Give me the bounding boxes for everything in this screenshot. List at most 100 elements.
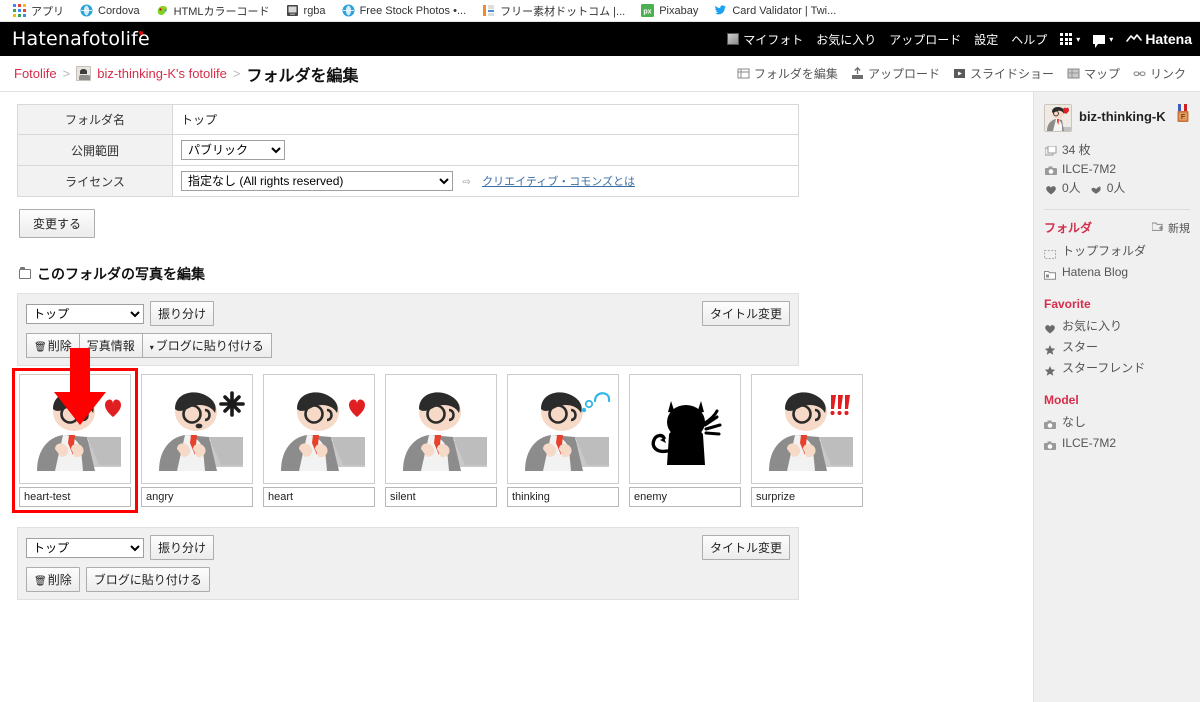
photo-cell-silent[interactable]: silent xyxy=(385,374,497,507)
blog-paste-button-bottom[interactable]: ブログに貼り付ける xyxy=(85,567,210,592)
new-folder-link[interactable]: 新規 xyxy=(1151,220,1190,236)
arrow-right-icon: ⇨ xyxy=(462,177,471,188)
folder-icon xyxy=(19,267,31,279)
photo-caption-input[interactable]: silent xyxy=(385,487,497,507)
bookmark-label: Cordova xyxy=(98,4,140,17)
sidebar-item-star[interactable]: スター xyxy=(1044,337,1190,358)
photo-caption-input[interactable]: surprize xyxy=(751,487,863,507)
camera-line: ILCE-7M2 xyxy=(1045,160,1190,179)
nav-label: アップロード xyxy=(889,32,962,47)
heart-icon xyxy=(1045,183,1057,195)
camera-icon xyxy=(1044,438,1056,450)
bookmark-label: フリー素材ドットコム |... xyxy=(500,5,626,18)
photo-count-line: 34 枚 xyxy=(1044,141,1190,160)
chevron-down-icon: ▾ xyxy=(149,343,154,352)
creative-commons-link[interactable]: クリエイティブ・コモンズとは xyxy=(482,176,635,188)
photo-cell-surprize[interactable]: surprize xyxy=(751,374,863,507)
bookmark-rgba[interactable]: rgba xyxy=(279,3,333,18)
photo-thumbnail[interactable] xyxy=(263,374,375,484)
photo-caption-input[interactable]: thinking xyxy=(507,487,619,507)
bookmark-free-sozai[interactable]: フリー素材ドットコム |... xyxy=(475,2,632,20)
breadcrumb-root-link[interactable]: Fotolife xyxy=(14,66,57,81)
sidebar-item-favorite[interactable]: お気に入り xyxy=(1044,316,1190,337)
nav-settings[interactable]: 設定 xyxy=(974,31,998,48)
photo-thumbnail[interactable] xyxy=(385,374,497,484)
folder-settings-table: フォルダ名 トップ 公開範囲 パブリック ライセンス 指定なし (All rig… xyxy=(17,104,799,197)
title-change-button-top[interactable]: タイトル変更 xyxy=(701,301,790,326)
photo-cell-thinking[interactable]: thinking xyxy=(507,374,619,507)
avatar xyxy=(1044,104,1072,132)
action-map[interactable]: マップ xyxy=(1067,65,1120,82)
profile-block: biz-thinking-K F xyxy=(1044,104,1190,132)
nav-upload[interactable]: アップロード xyxy=(889,31,961,48)
action-upload[interactable]: アップロード xyxy=(851,65,940,82)
license-select[interactable]: 指定なし (All rights reserved) xyxy=(181,171,453,191)
hatena-mark-icon xyxy=(1126,31,1143,47)
photo-info-button-top[interactable]: 写真情報 xyxy=(78,333,143,358)
folder-name-value: トップ xyxy=(181,113,218,127)
twitter-icon xyxy=(714,4,727,17)
bookmark-label: rgba xyxy=(303,4,326,17)
move-folder-select-bottom[interactable]: トップ xyxy=(26,537,144,558)
sidebar-item-top-folder[interactable]: トップフォルダ xyxy=(1044,241,1190,262)
photo-caption-input[interactable]: angry xyxy=(141,487,253,507)
bookmark-apps[interactable]: アプリ xyxy=(6,2,71,20)
move-folder-select-top[interactable]: トップ xyxy=(26,303,144,324)
delete-photos-button-bottom[interactable]: 🗑削除 xyxy=(26,567,80,592)
photo-caption-input[interactable]: heart-test xyxy=(19,487,131,507)
action-slideshow[interactable]: スライドショー xyxy=(953,65,1054,82)
apps-grid-icon xyxy=(13,4,26,17)
svg-text:F: F xyxy=(1181,114,1186,121)
delete-label: 削除 xyxy=(47,339,72,353)
breadcrumb-user-link[interactable]: biz-thinking-K's fotolife xyxy=(97,66,227,81)
photo-cell-angry[interactable]: angry xyxy=(141,374,253,507)
photo-thumbnail[interactable] xyxy=(507,374,619,484)
nav-favorites[interactable]: お気に入り xyxy=(816,31,876,48)
nav-hatena-brand[interactable]: Hatena xyxy=(1126,31,1192,47)
sidebar-item-star-friend[interactable]: スターフレンド xyxy=(1044,358,1190,379)
site-logo[interactable]: Hatenafotolife xyxy=(12,28,150,50)
blog-paste-button-top[interactable]: ▾ ブログに貼り付ける xyxy=(141,333,272,358)
nav-apps-menu[interactable]: ▾ xyxy=(1060,33,1080,45)
bookmark-pixabay[interactable]: px Pixabay xyxy=(634,3,705,18)
save-settings-button[interactable]: 変更する xyxy=(19,209,96,238)
bookmark-html-color-code[interactable]: HTMLカラーコード xyxy=(149,2,277,20)
star-count-value: 0人 xyxy=(1106,181,1126,195)
move-photos-button-bottom[interactable]: 振り分け xyxy=(150,535,215,560)
folder-edit-icon xyxy=(737,67,750,80)
photos-section-title: このフォルダの写真を編集 xyxy=(37,266,205,282)
photo-thumbnail[interactable] xyxy=(751,374,863,484)
photo-caption-input[interactable]: enemy xyxy=(629,487,741,507)
bookmark-card-validator[interactable]: Card Validator | Twi... xyxy=(707,3,843,18)
photo-caption-input[interactable]: heart xyxy=(263,487,375,507)
action-link[interactable]: リンク xyxy=(1133,65,1186,82)
speech-bubble-icon xyxy=(1093,34,1106,48)
photo-cell-heart[interactable]: heart xyxy=(263,374,375,507)
photo-cell-heart-test[interactable]: heart-test xyxy=(12,368,138,513)
sidebar-item-label: トップフォルダ xyxy=(1062,244,1147,258)
bookmark-free-stock-photos[interactable]: Free Stock Photos •... xyxy=(335,3,474,18)
action-edit-folder[interactable]: フォルダを編集 xyxy=(737,65,838,82)
bookmark-cordova[interactable]: Cordova xyxy=(73,3,147,18)
move-photos-button-top[interactable]: 振り分け xyxy=(150,301,215,326)
sidebar-item-hatena-blog[interactable]: Hatena Blog xyxy=(1044,262,1190,283)
photo-thumbnail[interactable] xyxy=(141,374,253,484)
visibility-select[interactable]: パブリック xyxy=(181,140,285,160)
title-change-button-bottom[interactable]: タイトル変更 xyxy=(701,535,790,560)
illustration-man-angry xyxy=(147,379,247,479)
photo-cell-enemy[interactable]: enemy xyxy=(629,374,741,507)
sidebar-section-title: Favorite xyxy=(1044,297,1091,311)
sidebar-item-model-ilce7m2[interactable]: ILCE-7M2 xyxy=(1044,433,1190,454)
photo-thumbnail[interactable] xyxy=(19,374,131,484)
sidebar: biz-thinking-K F 34 枚 ILCE-7M2 0人 0人 フォル… xyxy=(1033,92,1200,702)
photo-thumbnail[interactable] xyxy=(629,374,741,484)
sidebar-item-model-none[interactable]: なし xyxy=(1044,412,1190,433)
globe-icon xyxy=(80,4,93,17)
nav-help[interactable]: ヘルプ xyxy=(1011,31,1047,48)
favorite-count-value: 0人 xyxy=(1062,181,1081,195)
my-photo-thumb-icon xyxy=(727,33,740,45)
delete-photos-button-top[interactable]: 🗑削除 xyxy=(26,333,80,358)
nav-notifications-menu[interactable]: ▾ xyxy=(1093,34,1113,48)
nav-my-photo[interactable]: マイフォト xyxy=(727,31,803,48)
table-row: 公開範囲 パブリック xyxy=(17,134,799,166)
